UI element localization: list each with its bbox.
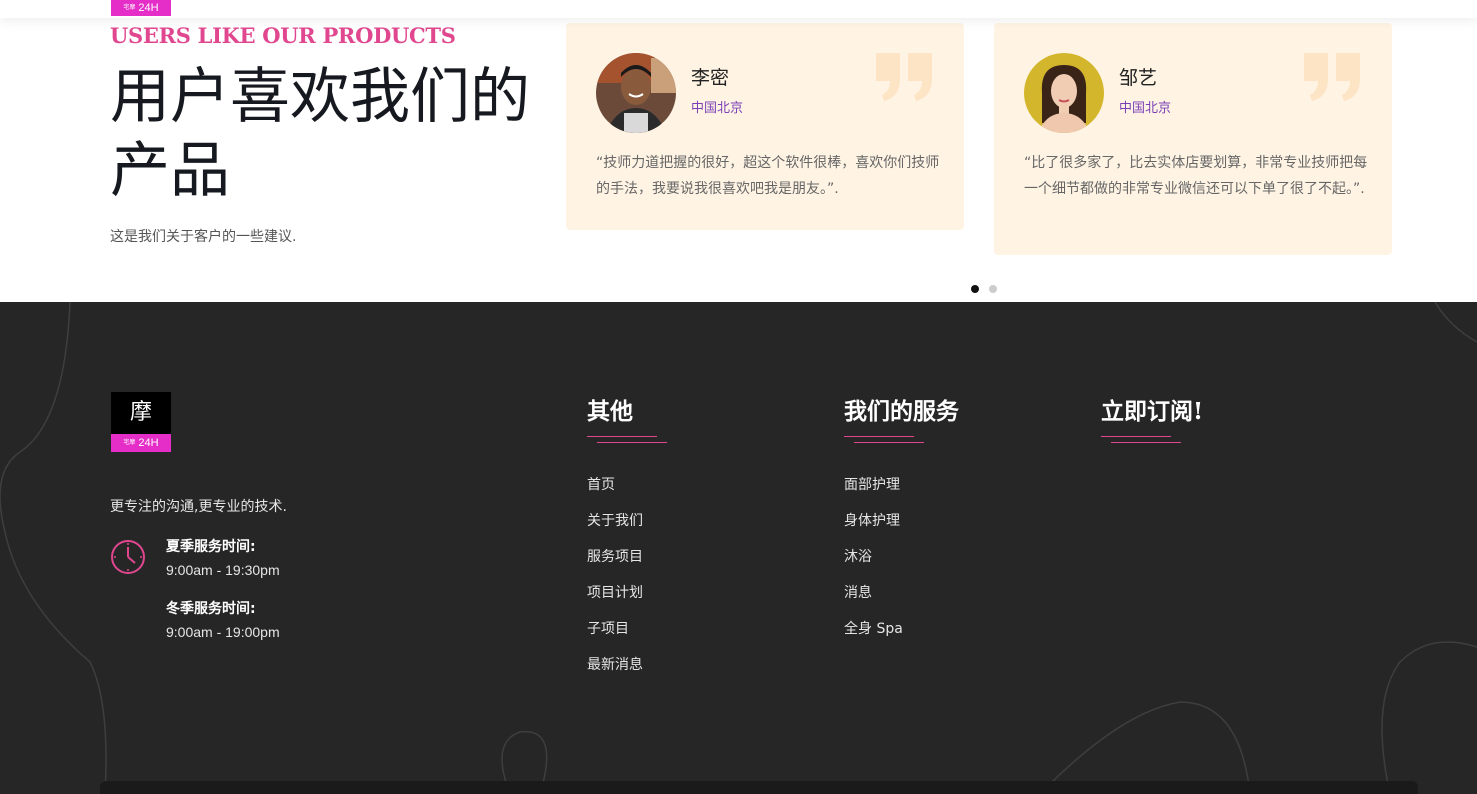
footer-link[interactable]: 全身 Spa: [844, 618, 959, 654]
footer-link[interactable]: 项目计划: [587, 582, 667, 618]
footer-link-list: 首页 关于我们 服务项目 项目计划 子项目 最新消息: [587, 474, 667, 690]
header-logo-text: 24H: [138, 2, 159, 14]
testimonial-text: “技师力道把握的很好，超这个软件很棒，喜欢你们技师的手法，我要说我很喜欢吧我是朋…: [596, 155, 940, 197]
avatar: [1024, 53, 1104, 133]
footer-column-title: 我们的服务: [844, 398, 959, 425]
footer-column-subscribe: 立即订阅!: [1101, 392, 1203, 446]
footer-tagline: 更专注的沟通,更专业的技术.: [110, 499, 287, 515]
winter-hours-time: 9:00am - 19:00pm: [166, 624, 280, 640]
testimonials-section: USERS LIKE OUR PRODUCTS 用户喜欢我们的产品 这是我们关于…: [0, 18, 1477, 302]
section-subtext: 这是我们关于客户的一些建议.: [110, 229, 297, 245]
section-heading: 用户喜欢我们的产品: [110, 62, 530, 206]
site-header: 宅摩 24H: [0, 0, 1477, 18]
carousel-dot-2[interactable]: [989, 285, 997, 293]
footer-logo-text: 24H: [138, 437, 159, 449]
title-underline: [1101, 436, 1181, 446]
footer-link[interactable]: 服务项目: [587, 546, 667, 582]
clock-icon: [111, 540, 145, 574]
footer-logo-small-text: 宅摩: [123, 440, 136, 447]
testimonial-card: 邹艺 中国北京 “比了很多家了，比去实体店要划算，非常专业技师把每一个细节都做的…: [994, 23, 1392, 255]
footer-link[interactable]: 关于我们: [587, 510, 667, 546]
footer-link[interactable]: 最新消息: [587, 654, 667, 690]
testimonial-name: 邹艺: [1119, 67, 1158, 89]
footer-link[interactable]: 身体护理: [844, 510, 959, 546]
testimonial-text: “比了很多家了，比去实体店要划算，非常专业技师把每一个细节都做的非常专业微信还可…: [1024, 155, 1368, 197]
quote-icon: [1304, 53, 1360, 101]
footer-link[interactable]: 消息: [844, 582, 959, 618]
avatar: [596, 53, 676, 133]
footer-logo-glyph: 摩: [129, 400, 152, 425]
footer-column-services: 我们的服务 面部护理 身体护理 沐浴 消息 全身 Spa: [844, 392, 959, 654]
footer-column-title: 立即订阅!: [1101, 398, 1204, 425]
footer-logo[interactable]: 摩 宅摩 24H: [111, 392, 171, 452]
summer-hours-label: 夏季服务时间:: [166, 539, 256, 555]
title-underline: [844, 436, 924, 446]
footer-bottom-bar: [100, 781, 1418, 794]
footer-logo-bar: 宅摩 24H: [111, 434, 171, 452]
carousel-pagination: [971, 285, 997, 293]
testimonial-card: 李密 中国北京 “技师力道把握的很好，超这个软件很棒，喜欢你们技师的手法，我要说…: [566, 23, 964, 230]
summer-hours-time: 9:00am - 19:30pm: [166, 562, 280, 578]
footer-link[interactable]: 面部护理: [844, 474, 959, 510]
header-logo-small-text: 宅摩: [123, 5, 136, 12]
testimonial-location: 中国北京: [1119, 101, 1172, 116]
footer-link[interactable]: 子项目: [587, 618, 667, 654]
footer-column-title: 其他: [587, 398, 633, 425]
footer-link[interactable]: 首页: [587, 474, 667, 510]
testimonial-name: 李密: [691, 67, 730, 89]
carousel-dot-1[interactable]: [971, 285, 979, 293]
quote-icon: [876, 53, 932, 101]
header-logo[interactable]: 宅摩 24H: [111, 0, 171, 16]
service-hours: 夏季服务时间: 9:00am - 19:30pm 冬季服务时间: 9:00am …: [166, 536, 280, 660]
footer-column-other: 其他 首页 关于我们 服务项目 项目计划 子项目 最新消息: [587, 392, 667, 690]
title-underline: [587, 436, 667, 446]
footer-link-list: 面部护理 身体护理 沐浴 消息 全身 Spa: [844, 474, 959, 654]
section-eyebrow: USERS LIKE OUR PRODUCTS: [110, 23, 456, 48]
winter-hours-label: 冬季服务时间:: [166, 601, 256, 617]
testimonial-location: 中国北京: [691, 101, 744, 116]
site-footer: 摩 宅摩 24H 更专注的沟通,更专业的技术. 夏季服务时间: 9:00am - …: [0, 302, 1477, 794]
footer-link[interactable]: 沐浴: [844, 546, 959, 582]
